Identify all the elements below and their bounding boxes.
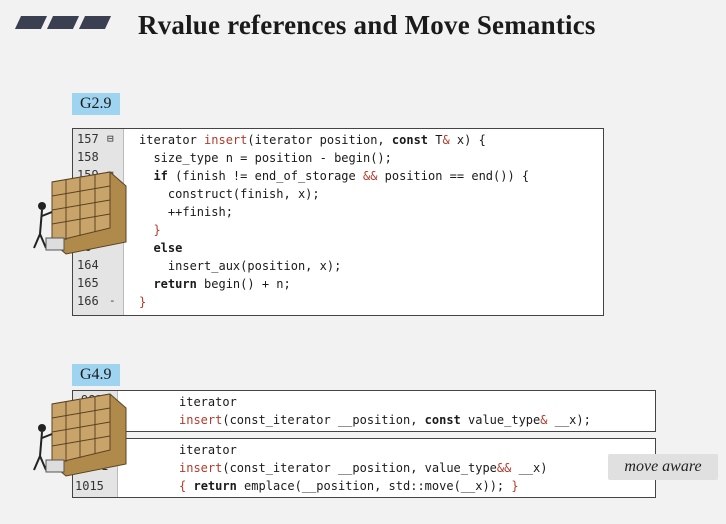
code-text-g49-a: iterator insert(const_iterator __positio… <box>179 395 591 427</box>
code-block-g49-b: 1 1015 iterator insert(const_iterator __… <box>72 438 656 498</box>
title-bar-decoration-3 <box>78 16 112 29</box>
line-number: 157 <box>77 132 99 146</box>
fold-marker-icon: ⊟ <box>107 132 114 145</box>
code-block-g29: 157 ⊟ 158 159 ⊟ 16 164 165 166 - iterato… <box>72 128 604 316</box>
line-number: 166 <box>77 294 99 308</box>
slide-title: Rvalue references and Move Semantics <box>138 10 596 40</box>
shelf-illustration-icon <box>33 393 127 477</box>
version-badge-g49: G4.9 <box>72 364 120 386</box>
line-number: 158 <box>77 150 99 164</box>
code-text-g49-b: iterator insert(const_iterator __positio… <box>179 443 548 493</box>
fold-marker: - <box>109 294 116 307</box>
version-badge-g29: G2.9 <box>72 93 120 115</box>
move-aware-note: move aware <box>608 454 718 480</box>
code-block-g49-a: 983 iterator insert(const_iterator __pos… <box>72 390 656 432</box>
title-bar-decoration-1 <box>14 16 48 29</box>
title-bar-decoration-2 <box>46 16 80 29</box>
line-number: 165 <box>77 276 99 290</box>
code-text-g29: iterator insert(iterator position, const… <box>139 133 530 309</box>
line-number: 164 <box>77 258 99 272</box>
shelf-illustration-icon <box>33 171 127 255</box>
